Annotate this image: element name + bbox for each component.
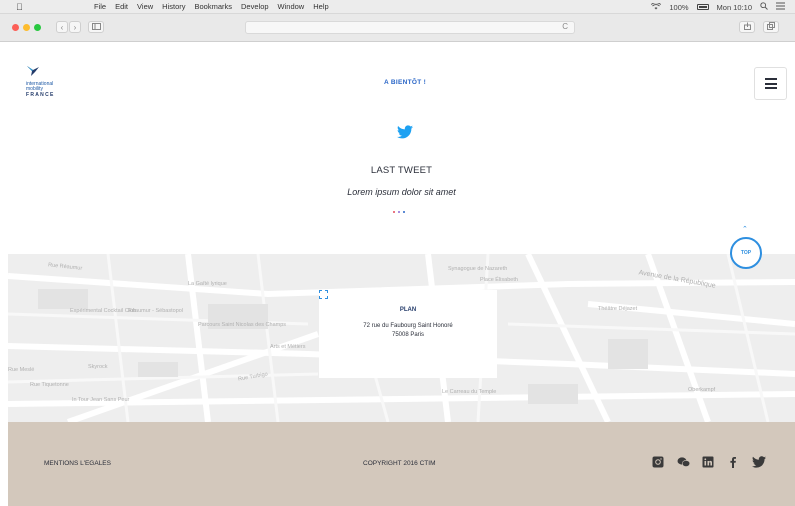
map-label: Oberkampf	[688, 387, 716, 393]
scroll-top-button[interactable]: TOP	[730, 237, 762, 269]
bird-logo-icon	[27, 66, 39, 76]
menu-window[interactable]: Window	[278, 2, 305, 11]
web-page: international mobility FRANCE A BIENTÔT …	[8, 42, 795, 506]
nav-link-a-bientot[interactable]: A BIENTÔT !	[384, 79, 426, 86]
close-window-button[interactable]	[12, 24, 19, 31]
spotlight-icon[interactable]	[760, 2, 768, 12]
plan-address-line-2: 75008 Paris	[391, 332, 425, 338]
clock[interactable]: Mon 10:10	[717, 3, 752, 12]
twitter-icon	[397, 125, 413, 139]
sidebar-button[interactable]	[88, 21, 104, 33]
browser-toolbar: ‹ › C	[0, 14, 795, 42]
hamburger-icon-bar	[764, 82, 777, 85]
tabs-button[interactable]	[763, 21, 779, 33]
share-icon	[743, 22, 751, 32]
sidebar-icon	[91, 22, 101, 32]
hamburger-menu-button[interactable]	[754, 67, 787, 100]
chevron-left-icon: ‹	[60, 22, 64, 32]
map-label: Skyrock	[88, 364, 108, 370]
facebook-icon[interactable]	[727, 455, 739, 468]
system-menubar:  File Edit View History Bookmarks Devel…	[0, 0, 795, 14]
menu-edit[interactable]: Edit	[115, 2, 128, 11]
menubar-status: 100% Mon 10:10	[651, 1, 785, 12]
apple-icon[interactable]: 	[16, 2, 23, 12]
plan-title: PLAN	[399, 307, 417, 313]
menu-view[interactable]: View	[137, 2, 153, 11]
minimize-window-button[interactable]	[23, 24, 30, 31]
back-button[interactable]: ‹	[56, 21, 68, 33]
chevron-right-icon: ›	[73, 22, 77, 32]
last-tweet-title: LAST TWEET	[370, 165, 433, 176]
tweet-carousel-dots	[393, 211, 405, 213]
menu-history[interactable]: History	[162, 2, 185, 11]
plan-address-line-1: 72 rue du Faubourg Saint Honoré	[363, 323, 453, 329]
notification-center-icon[interactable]	[776, 2, 785, 12]
menubar-menus: File Edit View History Bookmarks Develop…	[94, 2, 329, 11]
window-controls	[12, 24, 41, 31]
map-label: La Gaîté lyrique	[188, 281, 227, 287]
last-tweet-text: Lorem ipsum dolor sit amet	[347, 187, 456, 197]
share-button[interactable]	[739, 21, 755, 33]
map-label: Expérimental Cocktail Club	[70, 308, 137, 314]
social-links	[652, 455, 766, 468]
map-label: Arts et Métiers	[270, 344, 306, 350]
site-footer: MENTIONS L'EGALES COPYRIGHT 2016 CTIM	[8, 422, 795, 506]
instagram-icon[interactable]	[652, 455, 664, 468]
hamburger-icon-bar	[764, 78, 777, 80]
chevron-up-icon: ⌃	[742, 226, 748, 233]
linkedin-icon[interactable]	[702, 455, 714, 468]
plan-address-card: PLAN 72 rue du Faubourg Saint Honoré 750…	[319, 290, 497, 378]
battery-percent: 100%	[669, 2, 689, 12]
map-label: In Tour Jean Sans Peur	[72, 397, 130, 403]
map-label: Rue Meslé	[8, 367, 35, 373]
map-label: Place Élisabeth	[480, 277, 518, 283]
wifi-icon[interactable]	[651, 1, 662, 12]
carousel-dot[interactable]	[393, 211, 395, 213]
logo-line-3: FRANCE	[26, 92, 55, 98]
legal-notice-link[interactable]: MENTIONS L'EGALES	[44, 460, 111, 467]
expand-map-icon[interactable]	[319, 290, 328, 299]
map-label: Parcours Saint Nicolas des Champs	[198, 322, 287, 328]
menu-file[interactable]: File	[94, 2, 106, 11]
menu-bookmarks[interactable]: Bookmarks	[195, 2, 233, 11]
map-label: Réaumur - Sébastopol	[128, 308, 184, 314]
twitter-icon[interactable]	[752, 455, 766, 468]
carousel-dot[interactable]	[398, 211, 400, 213]
menu-help[interactable]: Help	[313, 2, 328, 11]
hamburger-icon-bar	[764, 87, 777, 89]
forward-button[interactable]: ›	[69, 21, 81, 33]
map-label: Le Carreau du Temple	[442, 389, 497, 395]
map-label: Théâtre Déjazet	[598, 306, 638, 312]
site-logo[interactable]: international mobility FRANCE	[26, 64, 66, 100]
tabs-icon	[767, 22, 775, 32]
carousel-dot[interactable]	[403, 211, 405, 213]
address-bar[interactable]: C	[245, 21, 575, 34]
last-tweet-section: LAST TWEET Lorem ipsum dolor sit amet	[8, 112, 795, 254]
battery-icon[interactable]	[696, 4, 709, 10]
map-label: Synagogue de Nazareth	[448, 266, 508, 272]
menu-develop[interactable]: Develop	[241, 2, 269, 11]
location-map[interactable]: Rue Réaumur La Gaîté lyrique Synagogue d…	[8, 254, 795, 422]
wechat-icon[interactable]	[677, 455, 691, 467]
map-label: Rue Tiquetonne	[30, 382, 69, 388]
zoom-window-button[interactable]	[34, 24, 41, 31]
site-header: international mobility FRANCE A BIENTÔT …	[8, 42, 795, 112]
copyright-text: COPYRIGHT 2016 CTIM	[363, 460, 436, 467]
reload-icon[interactable]: C	[562, 22, 568, 31]
